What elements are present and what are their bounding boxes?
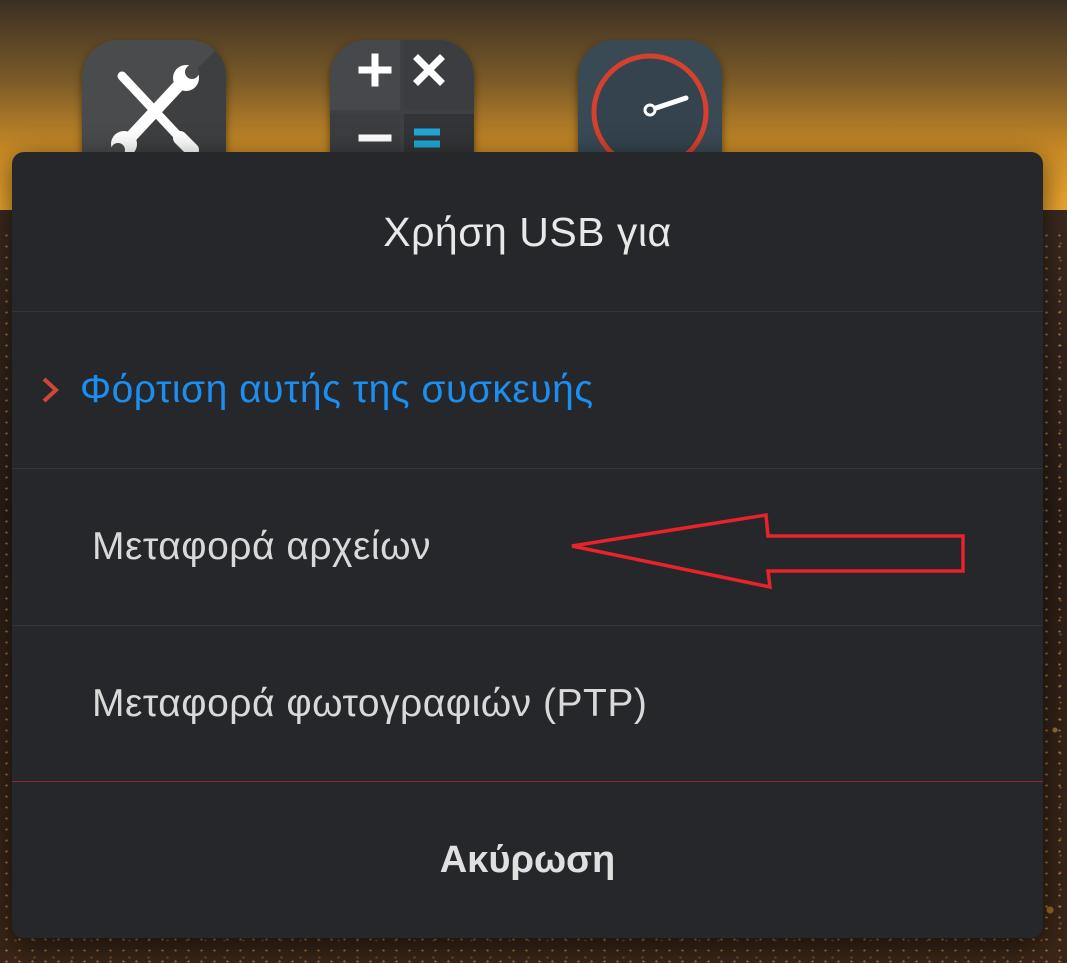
option-photo-transfer-ptp[interactable]: Μεταφορά φωτογραφιών (PTP) — [12, 626, 1043, 782]
option-charge-device[interactable]: Φόρτιση αυτής της συσκευής — [12, 312, 1043, 468]
dialog-title: Χρήση USB για — [383, 208, 672, 255]
option-label: Μεταφορά αρχείων — [92, 525, 432, 568]
selected-chevron-icon — [42, 377, 59, 403]
annotation-arrow-icon — [571, 512, 965, 590]
cancel-button[interactable]: Ακύρωση — [12, 782, 1043, 938]
option-label: Μεταφορά φωτογραφιών (PTP) — [92, 682, 648, 725]
option-label: Φόρτιση αυτής της συσκευής — [80, 368, 594, 411]
